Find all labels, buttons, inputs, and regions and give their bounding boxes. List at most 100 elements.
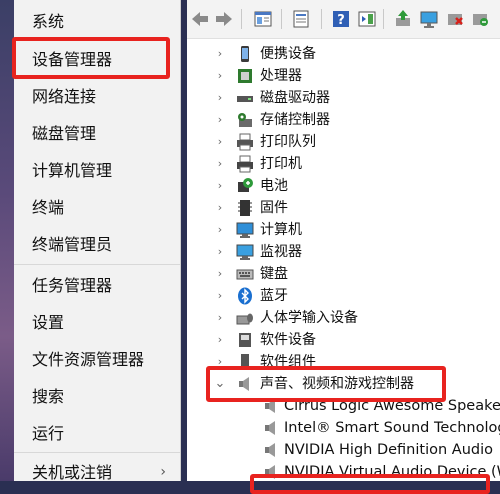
monitor-icon xyxy=(236,244,254,260)
expand-arrow-icon[interactable]: › xyxy=(214,263,226,285)
menu-item-label: 设置 xyxy=(32,313,65,332)
update-driver-icon[interactable] xyxy=(393,9,413,29)
storage-controller-icon xyxy=(238,113,252,127)
menu-item-shutdown-signout[interactable]: 关机或注销 › xyxy=(14,454,180,491)
tree-item-processors[interactable]: › 处理器 xyxy=(187,65,500,87)
menu-item-label: 计算机管理 xyxy=(32,161,113,180)
keyboard-icon xyxy=(236,269,254,280)
toolbar: ? xyxy=(187,0,500,39)
expand-arrow-icon[interactable]: › xyxy=(214,65,226,87)
menu-item-search[interactable]: 搜索 xyxy=(14,378,180,415)
tree-item-hid[interactable]: › 人体学输入设备 xyxy=(187,307,500,329)
expand-arrow-icon[interactable]: › xyxy=(214,241,226,263)
menu-item-label: 网络连接 xyxy=(32,87,97,106)
menu-item-label: 文件资源管理器 xyxy=(32,350,145,369)
expand-arrow-icon[interactable]: › xyxy=(214,329,226,351)
highlight-audio-device xyxy=(250,474,490,494)
menu-item-label: 系统 xyxy=(32,12,65,31)
expand-arrow-icon[interactable]: › xyxy=(214,43,226,65)
tree-item-disk-drives[interactable]: › 磁盘驱动器 xyxy=(187,87,500,109)
menu-item-terminal-admin[interactable]: 终端管理员 xyxy=(14,226,180,263)
tree-item-print-queues[interactable]: › 打印队列 xyxy=(187,131,500,153)
speaker-icon xyxy=(265,421,275,435)
toolbar-divider xyxy=(321,9,322,29)
toolbar-divider xyxy=(241,9,242,29)
action-pane-icon[interactable] xyxy=(357,9,377,29)
help-icon[interactable]: ? xyxy=(331,9,351,29)
back-arrow-icon[interactable] xyxy=(190,9,210,29)
tree-item-printers[interactable]: › 打印机 xyxy=(187,153,500,175)
tree-item-computer[interactable]: › 计算机 xyxy=(187,219,500,241)
menu-item-label: 磁盘管理 xyxy=(32,124,97,143)
menu-item-label: 运行 xyxy=(32,424,65,443)
menu-item-computer-management[interactable]: 计算机管理 xyxy=(14,152,180,189)
expand-arrow-icon[interactable]: › xyxy=(214,219,226,241)
tree-item-label: 便携设备 xyxy=(260,46,316,62)
tree-item-bluetooth[interactable]: › 蓝牙 xyxy=(187,285,500,307)
menu-item-label: 关机或注销 xyxy=(32,463,113,482)
menu-item-label: 终端 xyxy=(32,198,65,217)
software-device-icon xyxy=(239,333,251,347)
toolbar-divider xyxy=(281,9,282,29)
tree-item-label: 打印机 xyxy=(260,156,302,172)
disable-device-icon[interactable] xyxy=(470,9,490,29)
battery-icon xyxy=(238,178,253,192)
expand-arrow-icon[interactable]: › xyxy=(214,197,226,219)
menu-item-task-manager[interactable]: 任务管理器 xyxy=(14,267,180,304)
portable-device-icon xyxy=(241,46,249,62)
tree-item-audio-device[interactable]: Intel® Smart Sound Technology xyxy=(187,417,500,439)
highlight-sound-controllers xyxy=(206,366,446,402)
show-hide-console-tree-icon[interactable] xyxy=(253,9,273,29)
tree-item-label: 蓝牙 xyxy=(260,288,288,304)
computer-icon xyxy=(236,222,254,238)
hid-icon xyxy=(236,313,253,325)
uninstall-device-icon[interactable] xyxy=(445,9,465,29)
svg-text:?: ? xyxy=(337,13,345,28)
expand-arrow-icon[interactable]: › xyxy=(214,109,226,131)
menu-item-disk-management[interactable]: 磁盘管理 xyxy=(14,115,180,152)
expand-arrow-icon[interactable]: › xyxy=(214,131,226,153)
printer-icon xyxy=(237,155,253,173)
tree-item-monitors[interactable]: › 监视器 xyxy=(187,241,500,263)
expand-arrow-icon[interactable]: › xyxy=(214,87,226,109)
menu-item-label: 搜索 xyxy=(32,387,65,406)
tree-item-label: 计算机 xyxy=(260,222,302,238)
firmware-icon xyxy=(238,200,252,216)
menu-divider xyxy=(14,452,180,453)
scan-hardware-icon[interactable] xyxy=(419,9,439,29)
menu-item-label: 任务管理器 xyxy=(32,276,113,295)
properties-icon[interactable] xyxy=(291,9,311,29)
expand-arrow-icon[interactable]: › xyxy=(214,307,226,329)
tree-item-label: Intel® Smart Sound Technology xyxy=(284,420,500,436)
disk-drive-icon xyxy=(237,96,253,102)
device-manager-window: ? › 便携设备 › 处理器 › 磁盘驱动器 › 存储控制器 › 打印队列 › … xyxy=(187,0,500,481)
forward-arrow-icon[interactable] xyxy=(214,9,234,29)
menu-item-file-explorer[interactable]: 文件资源管理器 xyxy=(14,341,180,378)
expand-arrow-icon[interactable]: › xyxy=(214,285,226,307)
chevron-right-icon: › xyxy=(160,464,166,480)
tree-item-audio-device[interactable]: NVIDIA High Definition Audio xyxy=(187,439,500,461)
menu-item-settings[interactable]: 设置 xyxy=(14,304,180,341)
menu-item-system[interactable]: 系统 xyxy=(14,3,180,40)
tree-item-storage-controllers[interactable]: › 存储控制器 xyxy=(187,109,500,131)
tree-item-software-devices[interactable]: › 软件设备 xyxy=(187,329,500,351)
tree-item-label: 键盘 xyxy=(260,266,288,282)
menu-divider xyxy=(14,264,180,265)
tree-item-label: 处理器 xyxy=(260,68,302,84)
tree-item-label: 人体学输入设备 xyxy=(260,310,358,326)
tree-item-label: 打印队列 xyxy=(260,134,316,150)
expand-arrow-icon[interactable]: › xyxy=(214,175,226,197)
toolbar-divider xyxy=(383,9,384,29)
tree-item-keyboards[interactable]: › 键盘 xyxy=(187,263,500,285)
menu-item-network-connections[interactable]: 网络连接 xyxy=(14,78,180,115)
speaker-icon xyxy=(265,443,275,457)
menu-item-run[interactable]: 运行 xyxy=(14,415,180,452)
tree-item-firmware[interactable]: › 固件 xyxy=(187,197,500,219)
tree-item-portable-devices[interactable]: › 便携设备 xyxy=(187,43,500,65)
expand-arrow-icon[interactable]: › xyxy=(214,153,226,175)
tree-item-batteries[interactable]: › 电池 xyxy=(187,175,500,197)
highlight-device-manager xyxy=(12,37,170,79)
menu-item-terminal[interactable]: 终端 xyxy=(14,189,180,226)
tree-item-label: 电池 xyxy=(260,178,288,194)
tree-item-label: NVIDIA High Definition Audio xyxy=(284,442,493,458)
